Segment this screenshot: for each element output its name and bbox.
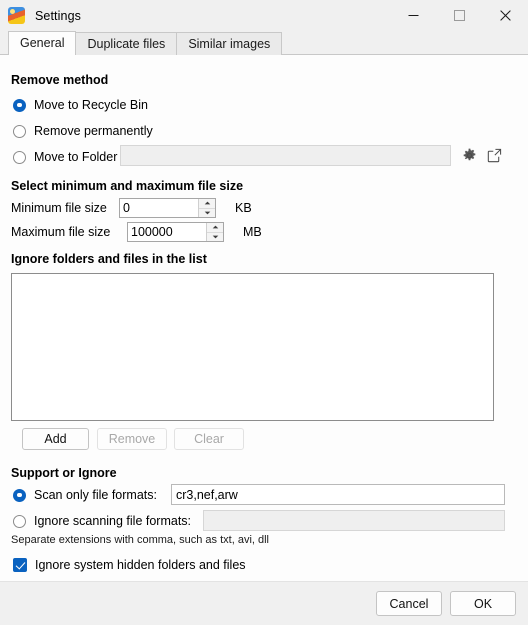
window-controls <box>390 0 528 31</box>
external-link-icon <box>487 148 501 162</box>
stepper-buttons <box>206 223 223 241</box>
stepper-up-button[interactable] <box>199 199 215 209</box>
close-icon <box>499 10 511 21</box>
radio-indicator <box>13 514 26 528</box>
add-button[interactable]: Add <box>22 428 89 450</box>
tab-strip: General Duplicate files Similar images <box>0 31 528 55</box>
file-size-heading: Select minimum and maximum file size <box>11 179 244 193</box>
radio-indicator <box>13 124 26 138</box>
maximum-file-size-input[interactable] <box>128 223 206 241</box>
folder-settings-button[interactable] <box>458 144 480 166</box>
stepper-down-button[interactable] <box>207 233 223 242</box>
maximum-file-size-stepper[interactable] <box>127 222 224 242</box>
maximum-file-size-unit: MB <box>243 225 262 239</box>
ok-button[interactable]: OK <box>450 591 516 616</box>
title-bar: Settings <box>0 0 528 31</box>
checkbox-ignore-system-hidden[interactable]: Ignore system hidden folders and files <box>13 554 246 576</box>
chevron-up-icon <box>204 201 210 205</box>
radio-remove-permanently[interactable]: Remove permanently <box>13 120 153 142</box>
dialog-footer: Cancel OK <box>0 581 528 625</box>
window-title: Settings <box>35 8 81 23</box>
ignore-scanning-formats-input[interactable] <box>203 510 505 531</box>
checkbox-label: Ignore system hidden folders and files <box>35 558 246 572</box>
general-settings-panel: Remove method Move to Recycle Bin Remove… <box>0 55 528 581</box>
radio-label: Ignore scanning file formats: <box>34 514 192 528</box>
chevron-down-icon <box>204 211 210 215</box>
stepper-up-button[interactable] <box>207 223 223 233</box>
gear-icon <box>463 148 475 160</box>
formats-hint-text: Separate extensions with comma, such as … <box>11 534 270 546</box>
minimum-file-size-label: Minimum file size <box>11 201 107 215</box>
radio-indicator <box>13 150 26 164</box>
radio-label: Remove permanently <box>34 124 153 138</box>
radio-label: Move to Folder <box>34 150 118 164</box>
minimize-icon <box>408 15 418 16</box>
scan-only-formats-input[interactable] <box>171 484 505 505</box>
support-or-ignore-heading: Support or Ignore <box>11 466 117 480</box>
chevron-up-icon <box>212 225 218 229</box>
stepper-buttons <box>198 199 215 217</box>
clear-button[interactable]: Clear <box>174 428 244 450</box>
remove-button[interactable]: Remove <box>97 428 167 450</box>
app-icon <box>8 7 25 24</box>
maximize-icon <box>453 10 465 21</box>
radio-indicator <box>13 488 26 502</box>
tab-similar-images[interactable]: Similar images <box>176 32 283 55</box>
ignore-list-box[interactable] <box>11 273 494 421</box>
minimize-button[interactable] <box>390 0 436 31</box>
ignore-list-heading: Ignore folders and files in the list <box>11 252 207 266</box>
tab-duplicate-files[interactable]: Duplicate files <box>75 32 178 55</box>
cancel-button[interactable]: Cancel <box>376 591 442 616</box>
remove-method-heading: Remove method <box>11 73 109 87</box>
chevron-down-icon <box>212 235 218 239</box>
close-button[interactable] <box>482 0 528 31</box>
minimum-file-size-stepper[interactable] <box>119 198 216 218</box>
stepper-down-button[interactable] <box>199 209 215 218</box>
radio-move-to-recycle-bin[interactable]: Move to Recycle Bin <box>13 94 148 116</box>
radio-indicator <box>13 98 26 112</box>
radio-ignore-scanning-file-formats[interactable]: Ignore scanning file formats: <box>13 510 191 532</box>
tab-general[interactable]: General <box>8 31 77 55</box>
move-to-folder-path-input[interactable] <box>120 145 451 166</box>
radio-label: Move to Recycle Bin <box>34 98 148 112</box>
checkbox-indicator <box>13 558 27 572</box>
radio-move-to-folder[interactable]: Move to Folder <box>13 146 117 168</box>
maximum-file-size-label: Maximum file size <box>11 225 111 239</box>
maximize-button[interactable] <box>436 0 482 31</box>
minimum-file-size-input[interactable] <box>120 199 198 217</box>
radio-label: Scan only file formats: <box>34 488 157 502</box>
radio-scan-only-file-formats[interactable]: Scan only file formats: <box>13 484 157 506</box>
open-folder-button[interactable] <box>483 144 505 166</box>
minimum-file-size-unit: KB <box>235 201 252 215</box>
